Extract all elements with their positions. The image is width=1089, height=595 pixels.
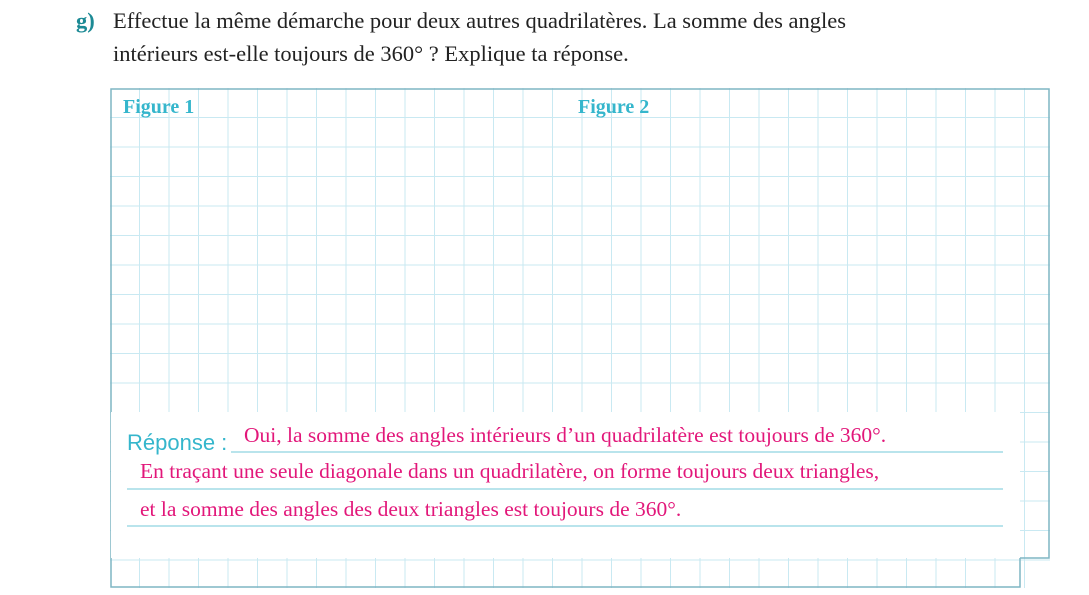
answer-panel: Réponse : Oui, la somme des angles intér…	[111, 412, 1020, 558]
question-letter: g)	[76, 8, 95, 33]
answer-line-1: Oui, la somme des angles intérieurs d’un…	[244, 423, 887, 447]
reponse-label: Réponse :	[127, 430, 228, 455]
figure-2-label: Figure 2	[578, 96, 650, 118]
answer-grid: Figure 1 Figure 2 Réponse : Oui, la somm…	[110, 88, 1050, 588]
figure-1-label: Figure 1	[123, 96, 195, 118]
question-text-line-2: intérieurs est-elle toujours de 360° ? E…	[113, 41, 629, 66]
answer-line-3: et la somme des angles des deux triangle…	[140, 497, 682, 521]
answer-line-2: En traçant une seule diagonale dans un q…	[140, 459, 880, 483]
question-text-line-1: Effectue la même démarche pour deux autr…	[113, 8, 847, 33]
